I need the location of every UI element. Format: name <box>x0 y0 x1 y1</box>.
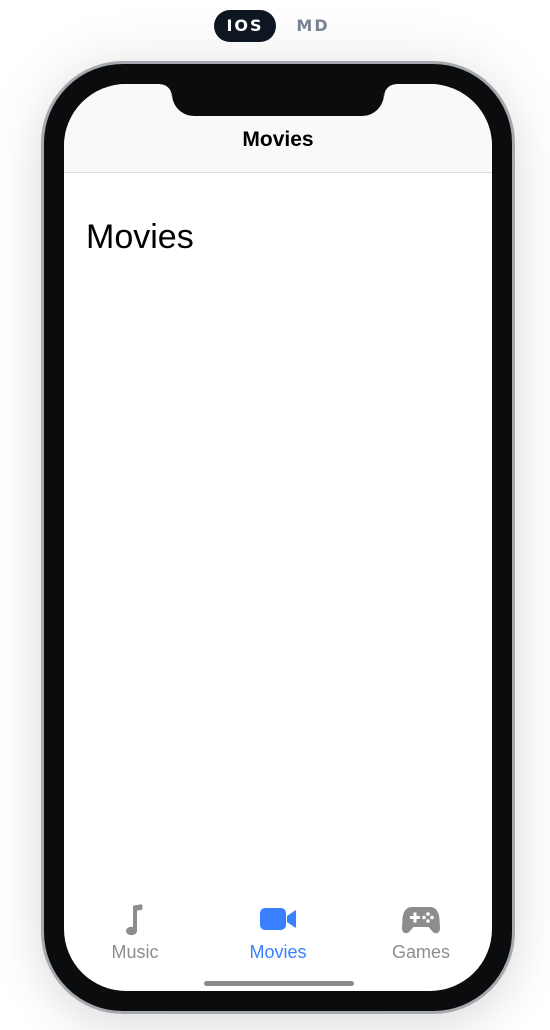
music-note-icon <box>126 904 143 936</box>
videocam-icon <box>260 908 296 930</box>
tab-bar: Music Movies Games <box>64 894 492 991</box>
home-indicator[interactable] <box>204 981 354 986</box>
md-mode-button[interactable]: MD <box>284 10 342 42</box>
tab-label: Music <box>111 942 159 962</box>
device-notch <box>160 84 396 116</box>
tab-games[interactable]: Games <box>350 894 492 964</box>
page-title: Movies <box>86 218 194 256</box>
tab-label: Games <box>391 942 451 962</box>
toolbar-title: Movies <box>242 128 314 151</box>
tab-movies[interactable]: Movies <box>207 894 349 964</box>
game-controller-icon <box>401 907 441 934</box>
tab-label: Movies <box>249 942 307 962</box>
tab-music[interactable]: Music <box>64 894 206 964</box>
ios-mode-button[interactable]: IOS <box>214 10 276 42</box>
phone-screen: Movies Movies Music Movies Games <box>64 84 492 991</box>
phone-frame: Movies Movies Music Movies Games <box>41 61 515 1014</box>
platform-toggle: IOS MD <box>0 10 550 42</box>
